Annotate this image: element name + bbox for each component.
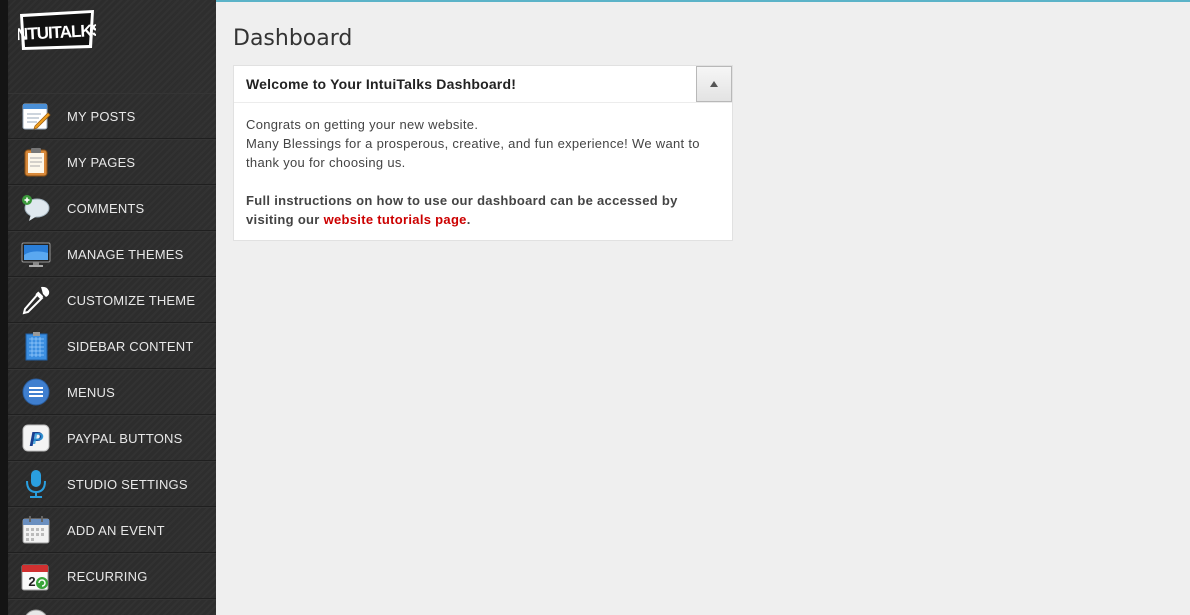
sidebar-item-label: CUSTOMIZE THEME [67,292,196,308]
sidebar-item-label: RECURRING [67,568,148,584]
sidebar-item-label: MANAGE THEMES [67,246,184,262]
sidebar-item-add-an-event[interactable]: ADD AN EVENT [8,507,216,553]
widget-title: Welcome to Your IntuiTalks Dashboard! [246,76,517,92]
sidebar-item-customize-theme[interactable]: CUSTOMIZE THEME [8,277,216,323]
triangle-up-icon [710,81,718,87]
main-content: Dashboard Welcome to Your IntuiTalks Das… [216,2,1190,615]
sidebar-item-recurring[interactable]: 2 RECURRING [8,553,216,599]
clipboard-icon [21,147,51,177]
sidebar-item-comments[interactable]: COMMENTS [8,185,216,231]
sidebar-item-label: SIDEBAR CONTENT [67,338,194,354]
svg-text:P: P [33,431,44,448]
svg-text:2: 2 [28,574,35,589]
microphone-icon [21,469,51,499]
instructions-paragraph: Full instructions on how to use our dash… [246,191,720,229]
sidebar-grid-icon [21,331,51,361]
calendar-icon [21,515,51,545]
sidebar-item-label: PAYPAL BUTTONS [67,430,183,446]
recurring-calendar-icon: 2 [21,561,51,591]
sidebar-item-label: COMMENTS [67,200,145,216]
sidebar: INTUITALKS MY POSTS MY PAGES COMMENTS MA… [0,0,216,615]
instructions-suffix: . [466,212,471,227]
paypal-icon: P P [21,423,51,453]
sidebar-item-label: STUDIO SETTINGS [67,476,188,492]
sidebar-item-my-posts[interactable]: MY POSTS [8,93,216,139]
sidebar-edge [0,0,8,615]
intuitalks-logo-icon: INTUITALKS [12,10,103,50]
sidebar-item-studio-settings[interactable]: STUDIO SETTINGS [8,461,216,507]
circle-icon [21,607,51,615]
monitor-icon [21,239,51,269]
sidebar-item-partial[interactable] [8,599,216,615]
sidebar-item-label: MY PAGES [67,154,136,170]
sidebar-item-my-pages[interactable]: MY PAGES [8,139,216,185]
collapse-button[interactable] [696,66,732,102]
logo[interactable]: INTUITALKS [12,8,103,52]
sidebar-nav: MY POSTS MY PAGES COMMENTS MANAGE THEMES… [8,93,216,615]
welcome-widget: Welcome to Your IntuiTalks Dashboard! Co… [233,65,733,241]
welcome-line-1: Congrats on getting your new website. [246,117,479,132]
welcome-line-2: Many Blessings for a prosperous, creativ… [246,136,700,170]
eyedropper-icon [21,285,51,315]
sidebar-item-manage-themes[interactable]: MANAGE THEMES [8,231,216,277]
page-title: Dashboard [233,26,353,51]
tutorials-link[interactable]: website tutorials page [324,212,467,227]
sidebar-item-label: MY POSTS [67,108,136,124]
pencil-note-icon [21,101,51,131]
menu-list-icon [21,377,51,407]
sidebar-item-label: ADD AN EVENT [67,522,165,538]
speech-bubble-icon [21,193,51,223]
sidebar-item-label: MENUS [67,384,115,400]
sidebar-item-menus[interactable]: MENUS [8,369,216,415]
widget-body: Congrats on getting your new website. Ma… [234,103,732,229]
sidebar-item-paypal-buttons[interactable]: P P PAYPAL BUTTONS [8,415,216,461]
widget-header: Welcome to Your IntuiTalks Dashboard! [234,66,732,103]
sidebar-item-sidebar-content[interactable]: SIDEBAR CONTENT [8,323,216,369]
